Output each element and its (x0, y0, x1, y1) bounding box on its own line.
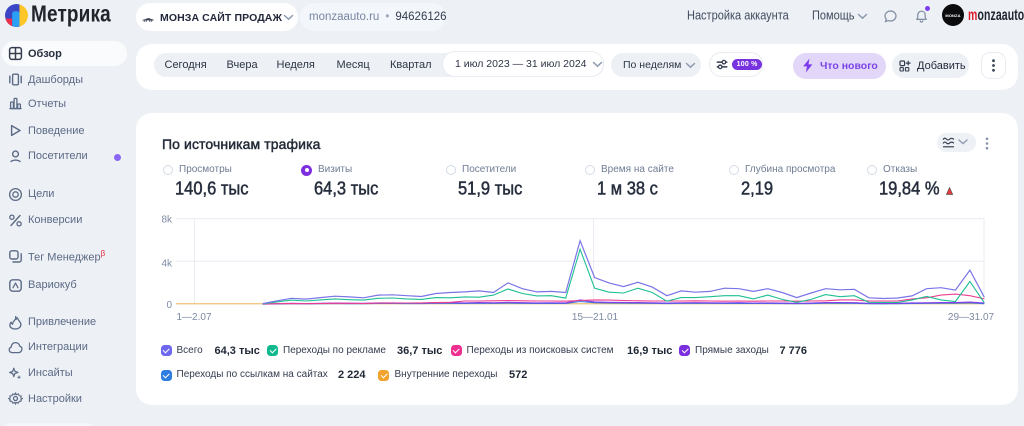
svg-text:15—21.01: 15—21.01 (572, 312, 619, 323)
svg-text:1—2.07: 1—2.07 (176, 312, 211, 323)
svg-text:8k: 8k (161, 215, 173, 226)
svg-text:4k: 4k (161, 258, 173, 269)
svg-text:29—31.07: 29—31.07 (948, 312, 995, 323)
svg-text:0: 0 (166, 300, 172, 311)
